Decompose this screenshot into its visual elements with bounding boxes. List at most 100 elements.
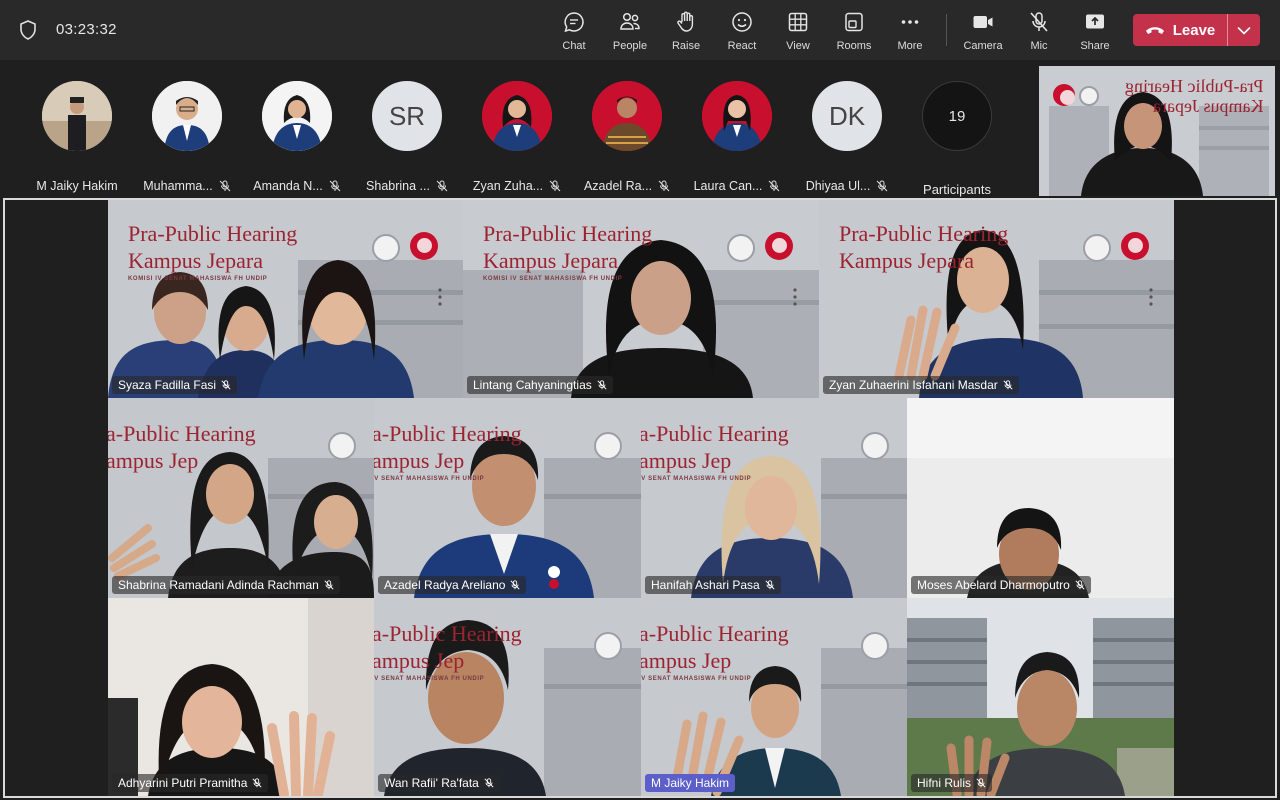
participant-label: Hanifah Ashari Pasa (645, 576, 781, 594)
rooms-label: Rooms (836, 40, 872, 52)
react-label: React (727, 40, 757, 52)
participant-label: Hifni Rulis (911, 774, 993, 792)
participant-name: M Jaiky Hakim (36, 179, 118, 193)
mic-off-icon (769, 180, 780, 192)
more-options-icon[interactable] (1149, 288, 1153, 306)
avatar (152, 81, 222, 151)
rooms-button[interactable]: Rooms (824, 8, 884, 54)
participant-card[interactable]: Muhamma... (132, 80, 242, 200)
chat-label: Chat (562, 40, 586, 52)
university-seal (861, 432, 889, 460)
leave-options-button[interactable] (1228, 14, 1260, 46)
shield-icon[interactable] (19, 20, 37, 40)
participant-label: Syaza Fadilla Fasi (112, 376, 238, 394)
university-seal (594, 432, 622, 460)
self-view-video[interactable]: Pra-Public Hearing Kampus Jepara (1039, 66, 1275, 196)
participant-label: Zyan Zuhaerini Isfahani Masdar (823, 376, 1019, 394)
camera-button[interactable]: Camera (953, 8, 1013, 54)
tile-video-frame (907, 598, 1174, 796)
video-tile[interactable]: Pra-Public Hearing Kampus Jepara KOMISI IV… (463, 200, 819, 398)
video-tile[interactable]: Pra-Public Hearing Kampus Jepara Zyan Zuh… (819, 200, 1174, 398)
video-grid: Pra-Public Hearing Kampus Jepara KOMISI IV… (3, 198, 1277, 798)
university-seal (1079, 86, 1099, 106)
mic-off-icon (1003, 380, 1013, 390)
video-tile[interactable]: a-Public Hearing ampus Jep IV SENAT MAHASI… (641, 398, 907, 598)
university-seal (727, 234, 755, 262)
university-seal (594, 632, 622, 660)
participants-overflow-button[interactable]: 19 Participants (902, 80, 1012, 200)
student-union-logo (765, 232, 793, 260)
participant-label: Shabrina Ramadani Adinda Rachman (112, 576, 340, 594)
camera-label: Camera (963, 40, 1003, 52)
smiley-icon (732, 12, 752, 32)
avatar (702, 81, 772, 151)
share-label: Share (1080, 40, 1110, 52)
mic-off-icon (1075, 580, 1085, 590)
mic-off-icon (221, 380, 231, 390)
meeting-timer: 03:23:32 (56, 21, 117, 38)
participant-count: 19 (922, 81, 992, 151)
mic-off-icon (219, 180, 231, 192)
participant-name-row: Shabrina ... (352, 179, 462, 193)
chat-button[interactable]: Chat (544, 8, 604, 54)
video-tile[interactable]: a-Public Hearing ampus Jep IV SENAT MAHASI… (641, 598, 907, 796)
participant-card[interactable]: SR Shabrina ... (352, 80, 462, 200)
self-view-slide-title: Pra-Public Hearing Kampus Jepara (1124, 76, 1263, 116)
participants-label-row: Participants (902, 182, 1012, 197)
participant-name: Shabrina ... (366, 179, 430, 193)
participant-name: Zyan Zuha... (472, 179, 544, 193)
student-union-logo (1121, 232, 1149, 260)
react-button[interactable]: React (712, 8, 772, 54)
mic-off-icon (597, 380, 607, 390)
chevron-down-icon (1237, 26, 1251, 35)
more-button[interactable]: More (880, 8, 940, 54)
people-label: People (612, 40, 648, 52)
mic-button[interactable]: Mic (1009, 8, 1069, 54)
chat-icon (564, 12, 584, 33)
slide-title: Pra-Public Hearing Kampus Jepara KOMISI IV… (128, 221, 298, 282)
video-tile[interactable]: a-Public Hearing ampus Jep Shabrina Ramad… (108, 398, 374, 598)
share-button[interactable]: Share (1065, 8, 1125, 54)
avatar-initials: SR (372, 81, 442, 151)
avatar-initials: DK (812, 81, 882, 151)
participant-label: Wan Rafii' Ra'fata (378, 774, 500, 792)
participant-name-row: Dhiyaa Ul... (792, 179, 902, 193)
participant-label: Lintang Cahyaningtias (467, 376, 613, 394)
raise-hand-button[interactable]: Raise (656, 8, 716, 54)
participant-name: Dhiyaa Ul... (805, 179, 871, 193)
participant-label-active-speaker: M Jaiky Hakim (645, 774, 736, 792)
mic-off-icon (976, 778, 986, 788)
breakout-rooms-icon (845, 12, 863, 32)
more-options-icon[interactable] (438, 288, 442, 306)
participant-card[interactable]: DK Dhiyaa Ul... (792, 80, 902, 200)
video-tile[interactable]: a-Public Hearing ampus Jep IV SENAT MAHASI… (374, 598, 641, 796)
slide-title: a-Public Hearing ampus Jep IV SENAT MAHASI… (374, 621, 522, 682)
raise-hand-icon (677, 11, 694, 32)
mic-off-icon (324, 580, 334, 590)
student-union-logo (1053, 84, 1075, 106)
view-button[interactable]: View (768, 8, 828, 54)
more-dots-icon (901, 20, 919, 24)
participant-card[interactable]: Amanda N... (242, 80, 352, 200)
tile-video-frame (108, 598, 374, 796)
grid-view-icon (788, 12, 808, 32)
view-label: View (786, 40, 810, 52)
more-options-icon[interactable] (793, 288, 797, 306)
video-tile[interactable]: Moses Abelard Dharmoputro (907, 398, 1174, 598)
participant-card[interactable]: Zyan Zuha... (462, 80, 572, 200)
participant-name-row: Zyan Zuha... (462, 179, 572, 193)
participant-name-row: Amanda N... (242, 179, 352, 193)
participant-card[interactable]: M Jaiky Hakim (22, 80, 132, 200)
participant-card[interactable]: Azadel Ra... (572, 80, 682, 200)
video-tile[interactable]: a-Public Hearing ampus Jep IV SENAT MAHASI… (374, 398, 641, 598)
participant-name: Muhamma... (143, 179, 213, 193)
mic-off-icon (549, 180, 561, 192)
video-tile[interactable]: Adhyarini Putri Pramitha (108, 598, 374, 796)
participants-label: Participants (923, 182, 991, 197)
participant-card[interactable]: Laura Can... (682, 80, 792, 200)
leave-button[interactable]: Leave (1133, 14, 1227, 46)
video-tile[interactable]: Hifni Rulis (907, 598, 1174, 796)
video-tile[interactable]: Pra-Public Hearing Kampus Jepara KOMISI IV… (108, 200, 463, 398)
people-button[interactable]: People (600, 8, 660, 54)
participant-name-row: Muhamma... (132, 179, 242, 193)
